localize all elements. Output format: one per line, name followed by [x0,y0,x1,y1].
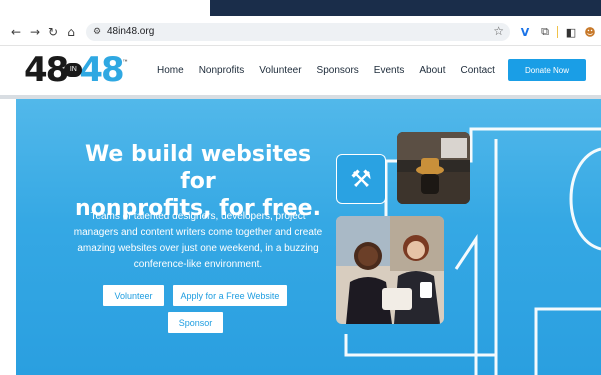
hero-title-line-1: We build websites for [84,142,312,194]
main-navigation: Home Nonprofits Volunteer Sponsors Event… [157,65,510,76]
nav-nonprofits[interactable]: Nonprofits [199,65,245,76]
hammer-icon: ⚒ [336,154,386,204]
arrow-right-icon[interactable]: → [27,24,43,40]
address-bar[interactable]: ⚙ 48in48.org ☆ [86,23,510,41]
logo-left-number: 48 [24,50,69,90]
site-settings-icon[interactable]: ⚙ [91,26,103,38]
toolbar-divider [557,26,558,38]
star-icon[interactable]: ☆ [493,24,504,38]
nav-sponsors[interactable]: Sponsors [317,65,359,76]
donate-button[interactable]: Donate Now [508,59,586,81]
nav-home[interactable]: Home [157,65,184,76]
site-header: 48 IN 48 ™ Home Nonprofits Volunteer Spo… [0,47,601,95]
sponsor-button[interactable]: Sponsor [168,312,223,333]
apply-website-button[interactable]: Apply for a Free Website [173,285,287,306]
reload-icon[interactable]: ↻ [45,24,61,40]
site-logo[interactable]: 48 IN 48 ™ [24,53,128,87]
logo-trademark: ™ [122,59,128,65]
nav-volunteer[interactable]: Volunteer [259,65,301,76]
hero-description: Teams of talented designers, developers,… [73,211,323,270]
extension-v-icon[interactable]: V [517,24,533,40]
volunteer-button[interactable]: Volunteer [103,285,164,306]
browser-toolbar: ← → ↻ ⌂ ⚙ 48in48.org ☆ V ⧉ ◧ ☻ [0,18,601,46]
photo-two-volunteers [336,216,444,324]
nav-about[interactable]: About [419,65,445,76]
url-text[interactable]: 48in48.org [107,26,154,37]
arrow-left-icon[interactable]: ← [8,24,24,40]
side-panel-icon[interactable]: ◧ [563,24,579,40]
desktop-strip [0,0,601,18]
hero-section: We build websites for nonprofits, for fr… [16,99,601,375]
nav-contact[interactable]: Contact [461,65,495,76]
desktop-background [210,0,601,16]
puzzle-icon[interactable]: ⧉ [537,24,553,40]
home-icon[interactable]: ⌂ [63,24,79,40]
logo-middle-badge: IN [64,63,83,77]
nav-events[interactable]: Events [374,65,405,76]
profile-avatar-icon[interactable]: ☻ [582,24,598,40]
logo-right-number: 48 [79,50,124,90]
photo-person-hat [397,132,470,204]
